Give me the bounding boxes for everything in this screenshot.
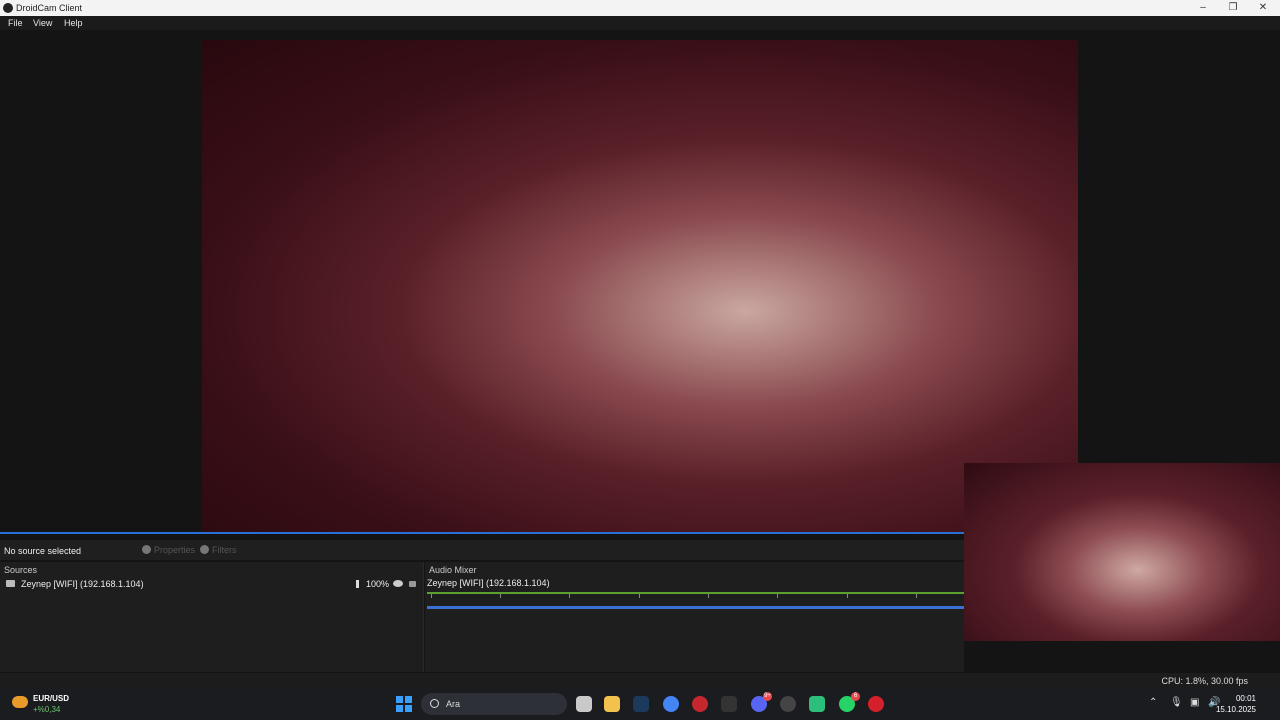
clock-time: 00:01 <box>1235 694 1256 703</box>
source-volume: 100% <box>366 579 390 589</box>
task-view-icon[interactable] <box>576 696 592 712</box>
properties-label: Properties <box>154 545 196 555</box>
minimize-button[interactable]: – <box>1188 1 1218 15</box>
status-bar: CPU: 1.8%, 30.00 fps <box>0 673 1280 688</box>
camera-preview[interactable] <box>202 40 1078 533</box>
meter-scale <box>427 594 964 604</box>
window-title: DroidCam Client <box>16 3 83 13</box>
discord-badge: 9+ <box>763 692 772 701</box>
sources-panel: Sources Zeynep [WIFI] (192.168.1.104) 10… <box>0 562 424 672</box>
windows-taskbar: EUR/USD +%0,34 Ara 9+ 6 ⌃ 🎙 ▣ 🔊 00:01 15… <box>0 688 1280 720</box>
droidcam-taskbar-icon[interactable] <box>780 696 796 712</box>
filters-label: Filters <box>212 545 237 555</box>
chrome-icon[interactable] <box>663 696 679 712</box>
menu-file[interactable]: File <box>8 18 23 28</box>
filter-icon <box>200 545 209 554</box>
lock-icon[interactable] <box>409 581 416 587</box>
steam-icon[interactable] <box>633 696 649 712</box>
maximize-button[interactable]: ❐ <box>1218 1 1248 15</box>
search-placeholder: Ara <box>446 699 461 709</box>
audio-mixer-header: Audio Mixer <box>429 565 477 575</box>
close-button[interactable]: ✕ <box>1248 1 1278 15</box>
gear-icon <box>142 545 151 554</box>
windows-start-icon[interactable] <box>396 696 412 712</box>
camera-icon <box>6 580 15 587</box>
terminal-icon[interactable] <box>721 696 737 712</box>
network-icon[interactable]: ▣ <box>1190 697 1199 708</box>
menu-bar: File View Help <box>0 16 1280 30</box>
taskbar-search[interactable]: Ara <box>421 693 567 715</box>
clock[interactable]: 00:01 15.10.2025 <box>1216 693 1256 715</box>
properties-button[interactable]: Properties <box>142 545 195 555</box>
volume-bar-icon <box>356 580 359 588</box>
title-bar: DroidCam Client – ❐ ✕ <box>0 0 1280 16</box>
mixer-channel-name: Zeynep [WIFI] (192.168.1.104) <box>427 578 550 588</box>
meter-tick <box>500 594 501 598</box>
meter-tick <box>569 594 570 598</box>
discord-icon[interactable]: 9+ <box>751 692 772 712</box>
whatsapp-icon[interactable]: 6 <box>839 692 860 712</box>
preview-border <box>0 532 964 534</box>
cpu-fps-status: CPU: 1.8%, 30.00 fps <box>1161 676 1248 686</box>
meter-tick <box>777 594 778 598</box>
microphone-icon[interactable]: 🎙 <box>1170 697 1183 708</box>
menu-help[interactable]: Help <box>64 18 83 28</box>
file-explorer-icon[interactable] <box>604 696 620 712</box>
meter-tick <box>431 594 432 598</box>
whatsapp-badge: 6 <box>851 692 860 701</box>
fx-change: +%0,34 <box>33 705 61 714</box>
audio-mixer-panel: Audio Mixer Zeynep [WIFI] (192.168.1.104… <box>425 562 964 672</box>
meter-tick <box>708 594 709 598</box>
source-item[interactable]: Zeynep [WIFI] (192.168.1.104) 100% <box>0 578 420 592</box>
red-app-icon[interactable] <box>868 696 884 712</box>
search-icon <box>430 699 439 708</box>
meter-tick <box>847 594 848 598</box>
filters-button[interactable]: Filters <box>200 545 237 555</box>
menu-view[interactable]: View <box>33 18 52 28</box>
volume-slider[interactable] <box>427 606 964 609</box>
fx-pair[interactable]: EUR/USD <box>33 694 69 703</box>
meter-tick <box>639 594 640 598</box>
app-icon[interactable] <box>809 696 825 712</box>
meter-tick <box>916 594 917 598</box>
currency-widget-icon[interactable] <box>12 696 28 708</box>
droidcam-app-icon <box>3 3 13 13</box>
chevron-up-icon[interactable]: ⌃ <box>1149 697 1157 708</box>
clock-date: 15.10.2025 <box>1215 705 1256 714</box>
visibility-eye-icon[interactable] <box>393 580 403 587</box>
sources-header: Sources <box>4 565 38 575</box>
no-source-label: No source selected <box>4 546 82 556</box>
source-name: Zeynep [WIFI] (192.168.1.104) <box>21 579 144 589</box>
camera-preview-thumbnail <box>964 463 1280 641</box>
source-toolbar: No source selected Properties Filters <box>0 540 964 560</box>
opera-icon[interactable] <box>692 696 708 712</box>
